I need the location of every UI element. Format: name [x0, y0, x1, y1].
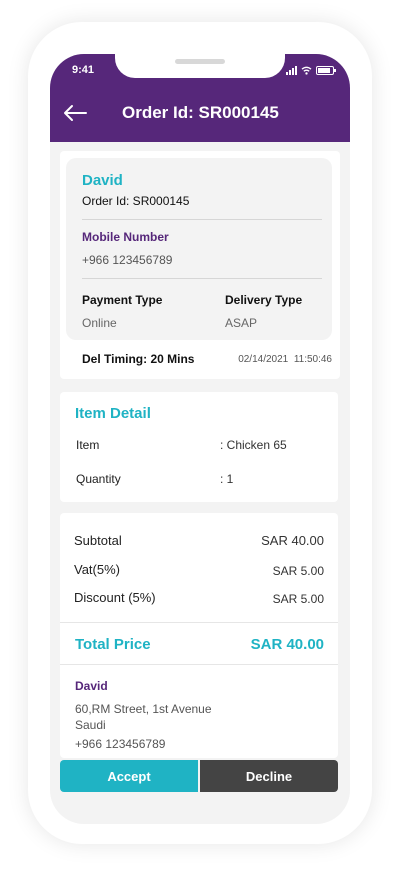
vat-label: Vat(5%)	[74, 562, 120, 577]
app-header: 9:41 Order Id: SR000145	[50, 54, 350, 142]
order-summary-card: David Order Id: SR000145 Mobile Number +…	[60, 151, 340, 379]
address-line-2: Saudi	[75, 718, 106, 732]
item-value: : Chicken 65	[220, 438, 287, 452]
subtotal-value: SAR 40.00	[261, 533, 324, 548]
status-icons	[286, 64, 336, 76]
mobile-number-value: +966 123456789	[82, 253, 173, 267]
discount-value: SAR 5.00	[272, 592, 324, 606]
address-phone: +966 123456789	[75, 737, 166, 751]
price-summary-card: Subtotal SAR 40.00 Vat(5%) SAR 5.00 Disc…	[60, 513, 338, 758]
accept-button[interactable]: Accept	[60, 760, 198, 792]
order-id: Order Id: SR000145	[82, 194, 190, 208]
divider	[82, 278, 322, 279]
item-detail-title: Item Detail	[75, 405, 151, 422]
speaker-grille	[175, 59, 225, 64]
divider	[82, 219, 322, 220]
order-date: 02/14/2021	[238, 354, 289, 365]
payment-type-value: Online	[82, 316, 117, 330]
total-price-value: SAR 40.00	[250, 636, 324, 653]
divider	[60, 622, 338, 623]
delivery-type-label: Delivery Type	[225, 293, 303, 307]
status-time: 9:41	[72, 64, 95, 76]
vat-value: SAR 5.00	[272, 564, 324, 578]
address-line-1: 60,RM Street, 1st Avenue	[75, 702, 212, 716]
battery-icon	[316, 65, 336, 75]
back-arrow-icon[interactable]	[62, 102, 88, 124]
item-label: Item	[76, 438, 100, 452]
customer-info-panel: David Order Id: SR000145 Mobile Number +…	[66, 158, 332, 340]
wifi-icon	[301, 66, 312, 75]
decline-button[interactable]: Decline	[200, 760, 338, 792]
signal-icon	[286, 65, 297, 75]
item-detail-card: Item Detail Item : Chicken 65 Quantity :…	[60, 392, 338, 502]
order-datetime: 02/14/2021 11:50:46	[238, 354, 332, 365]
total-price-label: Total Price	[75, 636, 151, 653]
subtotal-label: Subtotal	[74, 533, 122, 548]
phone-screen: 9:41 Order Id: SR000145 David Order Id: …	[50, 54, 350, 824]
quantity-value: : 1	[220, 472, 234, 486]
order-time: 11:50:46	[293, 354, 332, 365]
discount-label: Discount (5%)	[74, 590, 156, 605]
delivery-type-value: ASAP	[225, 316, 258, 330]
mobile-number-label: Mobile Number	[82, 230, 169, 244]
customer-name: David	[82, 172, 123, 189]
phone-notch	[115, 54, 285, 78]
page-title: Order Id: SR000145	[122, 103, 279, 122]
delivery-timing: Del Timing: 20 Mins	[82, 352, 195, 366]
payment-type-label: Payment Type	[82, 293, 163, 307]
address-name: David	[75, 679, 108, 693]
quantity-label: Quantity	[76, 472, 121, 486]
divider	[60, 664, 338, 665]
